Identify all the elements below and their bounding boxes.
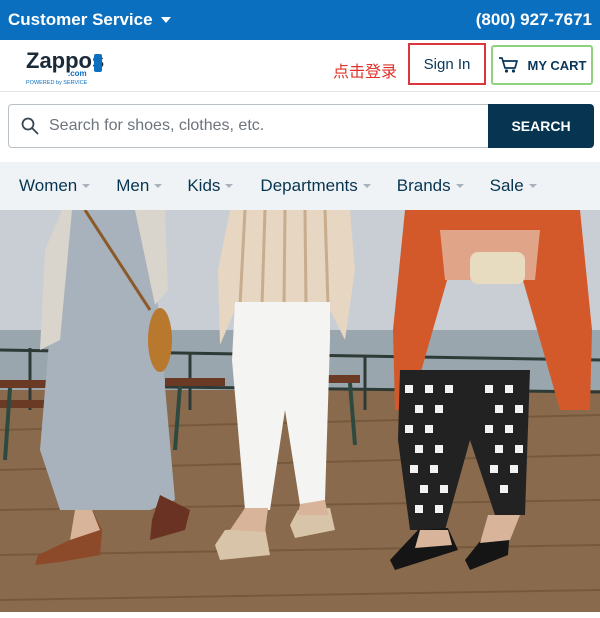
- zappos-logo[interactable]: Zappos .com POWERED by SERVICE: [24, 46, 114, 86]
- hero-banner-image[interactable]: [0, 210, 600, 612]
- search-icon: [21, 117, 39, 135]
- svg-text:POWERED by SERVICE: POWERED by SERVICE: [26, 80, 88, 86]
- nav-item-label: Departments: [260, 176, 358, 195]
- chevron-down-icon: [455, 184, 464, 188]
- top-bar: Customer Service (800) 927-7671: [0, 0, 600, 40]
- login-hint-label: 点击登录: [333, 62, 398, 81]
- nav-item-label: Brands: [396, 176, 451, 195]
- search-bar: SEARCH: [0, 92, 600, 162]
- chevron-down-icon: [82, 184, 91, 188]
- chevron-down-icon: [362, 184, 371, 188]
- main-nav: Women Men Kids Departments Brands Sale: [0, 162, 600, 210]
- cart-icon: [498, 57, 518, 73]
- search-button[interactable]: SEARCH: [488, 104, 594, 148]
- nav-item-label: Men: [116, 176, 150, 195]
- svg-text:.com: .com: [68, 69, 87, 78]
- site-header: Zappos .com POWERED by SERVICE 点击登录 Sign…: [0, 40, 600, 92]
- my-cart-button[interactable]: MY CART: [491, 45, 593, 85]
- chevron-down-icon: [528, 184, 537, 188]
- chevron-down-icon: [160, 17, 171, 23]
- nav-item-men[interactable]: Men: [116, 176, 163, 196]
- nav-item-label: Women: [19, 176, 78, 195]
- customer-service-menu[interactable]: Customer Service: [8, 10, 171, 30]
- nav-item-kids[interactable]: Kids: [187, 176, 234, 196]
- hero-illustration: [0, 210, 600, 612]
- cart-label: MY CART: [527, 57, 587, 73]
- nav-item-sale[interactable]: Sale: [490, 176, 537, 196]
- nav-item-women[interactable]: Women: [19, 176, 91, 196]
- search-input[interactable]: [49, 117, 469, 135]
- nav-item-departments[interactable]: Departments: [260, 176, 371, 196]
- search-field-wrapper: [8, 104, 489, 148]
- sign-in-button[interactable]: Sign In: [408, 43, 486, 85]
- chevron-down-icon: [154, 184, 163, 188]
- nav-item-brands[interactable]: Brands: [397, 176, 464, 196]
- phone-number-link[interactable]: (800) 927-7671: [476, 10, 592, 30]
- nav-item-label: Sale: [489, 176, 524, 195]
- customer-service-label: Customer Service: [8, 10, 153, 29]
- nav-item-label: Kids: [187, 176, 221, 195]
- chevron-down-icon: [225, 184, 234, 188]
- svg-text:Zappos: Zappos: [26, 48, 104, 73]
- footer-spacer: [0, 612, 600, 618]
